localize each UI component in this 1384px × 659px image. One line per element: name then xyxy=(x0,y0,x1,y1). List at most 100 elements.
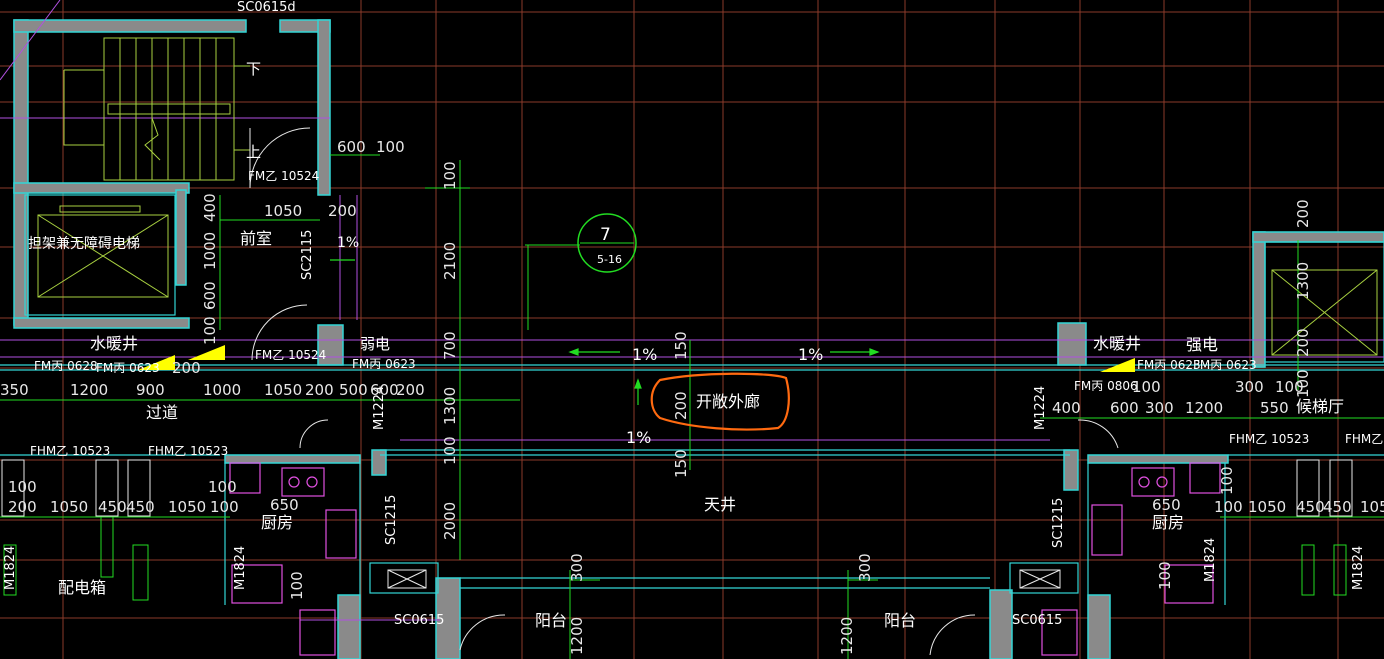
dim-700: 700 xyxy=(441,331,459,360)
row-550: 550 xyxy=(1260,399,1289,417)
door-label-fhmz-a: FHM乙 10523 xyxy=(30,444,110,458)
dim-100a: 100 xyxy=(376,138,405,156)
k-650: 650 xyxy=(270,496,299,514)
balcony-left-label: 阳台 xyxy=(535,611,567,630)
k-100c: 100 xyxy=(208,478,237,496)
weak-elec-label: 弱电 xyxy=(360,335,390,353)
cad-drawing-canvas[interactable]: SC0615d 下 上 FM乙 10524 担架兼无障碍电梯 前室 SC2115… xyxy=(0,0,1384,659)
k-200: 200 xyxy=(8,498,37,516)
door-label-fmz-top: FM乙 10524 xyxy=(248,169,319,183)
dim-1300-r: 1300 xyxy=(1294,262,1312,300)
dim-1050-top: 1050 xyxy=(264,202,302,220)
door-label-fm-c0806: FM丙 0806 xyxy=(1074,379,1138,393)
detail-sheet: 5-16 xyxy=(597,253,622,266)
dim-100b: 100 xyxy=(201,316,219,345)
door-label-fm-c0628: FM丙 0628 xyxy=(34,359,98,373)
row-200: 200 xyxy=(172,359,201,377)
window-label-sc1215-right: SC1215 xyxy=(1051,498,1066,548)
door-label-m1824-d: M1824 xyxy=(1351,546,1366,590)
kitchen-right-label: 厨房 xyxy=(1152,513,1184,532)
door-label-fm-c0623-c: FM丙 0623 xyxy=(1137,358,1201,372)
door-label-fm-c0623-a: FM丙 0623 xyxy=(96,361,160,375)
dim-300-l: 300 xyxy=(568,553,586,582)
row-200c: 200 xyxy=(396,381,425,399)
row-300r: 300 xyxy=(1145,399,1174,417)
water-well-right-label: 水暖井 xyxy=(1093,334,1141,353)
k-450r2: 450 xyxy=(1323,498,1352,516)
row-1000: 1000 xyxy=(203,381,241,399)
k-1050: 1050 xyxy=(50,498,88,516)
dim-300-r: 300 xyxy=(856,553,874,582)
k-100kr: 100 xyxy=(1218,466,1236,495)
balcony-right-label: 阳台 xyxy=(884,611,916,630)
door-label-m1824-c: M1824 xyxy=(1203,538,1218,582)
stair-up-label: 上 xyxy=(246,143,261,161)
stair-down-label: 下 xyxy=(246,60,261,78)
kitchen-left-label: 厨房 xyxy=(261,513,293,532)
dim-200-mid: 200 xyxy=(672,391,690,420)
row-200b: 200 xyxy=(305,381,334,399)
dim-200-vr2: 200 xyxy=(1294,328,1312,357)
k-650r: 650 xyxy=(1152,496,1181,514)
k-1050r: 1050 xyxy=(1248,498,1286,516)
k-450r: 450 xyxy=(1296,498,1325,516)
k-100b: 100 xyxy=(210,498,239,516)
row-300r2: 300 xyxy=(1235,378,1264,396)
detail-number: 7 xyxy=(600,225,611,245)
dimension-lines xyxy=(0,154,1384,659)
door-label-m1824-a: M1824 xyxy=(3,546,18,590)
k-100r: 100 xyxy=(1214,498,1243,516)
dim-400: 400 xyxy=(201,193,219,222)
door-label-sc2115: SC2115 xyxy=(300,230,315,280)
row-100: 100 xyxy=(1132,378,1161,396)
stair xyxy=(63,37,250,181)
row-1200r: 1200 xyxy=(1185,399,1223,417)
dim-600: 600 xyxy=(337,138,366,156)
elevator-right xyxy=(1271,269,1378,356)
vent-boxes xyxy=(387,569,1061,589)
k-450b: 450 xyxy=(126,498,155,516)
elec-box-label: 配电箱 xyxy=(58,578,106,597)
elevator-hall-label: 候梯厅 xyxy=(1296,397,1344,416)
dim-100-v2: 100 xyxy=(441,436,459,465)
elevator-label: 担架兼无障碍电梯 xyxy=(28,236,140,252)
row-350: 350 xyxy=(0,381,29,399)
slope-front: 1% xyxy=(337,235,359,251)
window-label-sc1215-left: SC1215 xyxy=(384,495,399,545)
door-label-fhmz-d: FHM乙 xyxy=(1345,432,1383,446)
window-label-sc0615-right: SC0615 xyxy=(1012,613,1062,628)
kitchen-fixtures xyxy=(229,462,1221,656)
open-corridor-label: 开敞外廊 xyxy=(696,392,760,411)
row-600: 600 xyxy=(370,381,399,399)
dim-1200-r: 1200 xyxy=(838,617,856,655)
k-100: 100 xyxy=(8,478,37,496)
k-100v: 100 xyxy=(288,571,306,600)
door-label-fhmz-b: FHM乙 10523 xyxy=(148,444,228,458)
door-label-fhmz-c: FHM乙 10523 xyxy=(1229,432,1309,446)
courtyard-label: 天井 xyxy=(704,495,736,514)
room-labels: SC0615d 下 上 FM乙 10524 担架兼无障碍电梯 前室 SC2115… xyxy=(3,0,1383,630)
window-label-sc0615-left: SC0615 xyxy=(394,613,444,628)
slope-right: 1% xyxy=(798,345,823,364)
k-105r: 105 xyxy=(1360,498,1384,516)
row-500: 500 xyxy=(339,381,368,399)
corridor-label: 过道 xyxy=(146,403,178,422)
strong-elec-label: 强电 xyxy=(1186,335,1218,354)
k-450a: 450 xyxy=(98,498,127,516)
dim-1200-l: 1200 xyxy=(568,617,586,655)
door-label-fmz-mid: FM乙 10524 xyxy=(255,348,326,362)
dim-600b: 600 xyxy=(201,281,219,310)
dim-100-v1: 100 xyxy=(441,161,459,190)
k-100vr: 100 xyxy=(1156,561,1174,590)
dim-1000: 1000 xyxy=(201,232,219,270)
front-room-label: 前室 xyxy=(240,229,272,248)
dim-1300: 1300 xyxy=(441,387,459,425)
dim-200-vr: 200 xyxy=(1294,199,1312,228)
dim-2000: 2000 xyxy=(441,502,459,540)
door-label-m1824-b: M1824 xyxy=(233,546,248,590)
slope-left: 1% xyxy=(632,345,657,364)
row-1050: 1050 xyxy=(264,381,302,399)
dim-150-bot: 150 xyxy=(672,449,690,478)
row-900: 900 xyxy=(136,381,165,399)
door-label-m1224-right: M1224 xyxy=(1033,386,1048,430)
